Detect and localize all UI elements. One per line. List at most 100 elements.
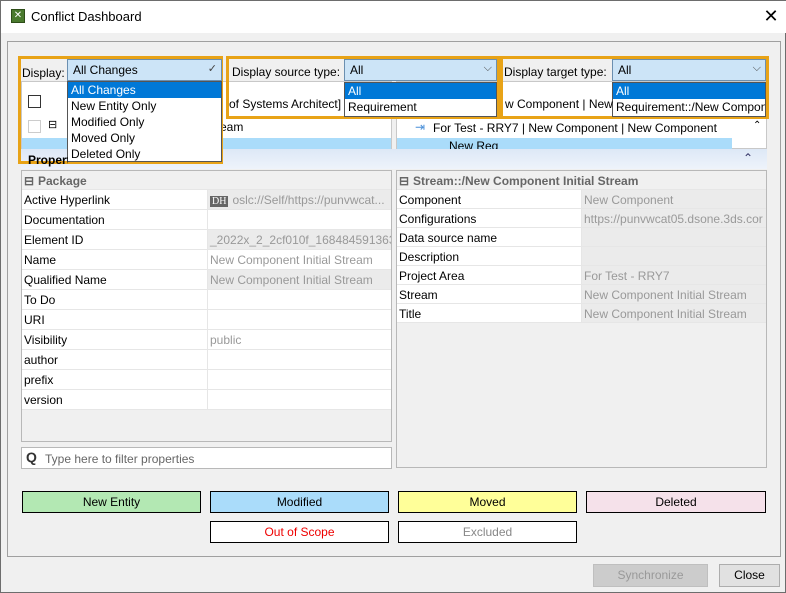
property-value-text: New Component Initial Stream [210, 273, 373, 287]
source-type-label: Display source type: [232, 65, 341, 79]
property-value-text: For Test - RRY7 [584, 269, 670, 283]
property-name: prefix [24, 373, 54, 387]
option-requirement[interactable]: Requirement [345, 99, 496, 115]
property-row[interactable]: version [22, 390, 391, 410]
source-type-value: All [350, 63, 364, 77]
option-all[interactable]: All [613, 83, 765, 99]
property-value[interactable]: New Component [581, 190, 766, 208]
app-icon: ✕ [11, 9, 25, 23]
property-name: Documentation [24, 213, 105, 227]
property-value[interactable]: For Test - RRY7 [581, 266, 766, 284]
group-title: Package [38, 174, 87, 188]
property-row[interactable]: Active Hyperlink DH oslc://Self/https://pu… [22, 190, 391, 210]
collapse-up-icon[interactable]: ⌃ [743, 151, 753, 165]
group-title: Stream::/New Component Initial Stream [413, 174, 639, 188]
option-moved-only[interactable]: Moved Only [68, 130, 221, 146]
property-value[interactable] [207, 290, 391, 309]
property-row[interactable]: Configurations https://punvwcat05.dsone.3… [397, 209, 766, 228]
property-row[interactable]: Name New Component Initial Stream [22, 250, 391, 270]
property-row[interactable]: Description [397, 247, 766, 266]
scroll-up-icon[interactable]: ⌃ [753, 120, 761, 131]
group-header[interactable]: ⊟ Stream::/New Component Initial Stream [397, 171, 766, 190]
legend-moved: Moved [398, 491, 577, 513]
property-row[interactable]: Title New Component Initial Stream [397, 304, 766, 323]
property-value[interactable] [207, 210, 391, 229]
property-row[interactable]: author [22, 350, 391, 370]
collapse-icon[interactable]: ⊟ [24, 174, 34, 188]
property-value[interactable] [207, 310, 391, 329]
property-value[interactable]: New Component Initial Stream [581, 304, 766, 322]
property-row[interactable]: Documentation [22, 210, 391, 230]
property-value-text: New Component Initial Stream [584, 288, 747, 302]
property-value[interactable] [581, 247, 766, 265]
property-row[interactable]: Stream New Component Initial Stream [397, 285, 766, 304]
property-value[interactable]: New Component Initial Stream [207, 250, 391, 269]
stream-icon: ⇥ [415, 120, 426, 134]
property-row[interactable]: To Do [22, 290, 391, 310]
legend-excluded: Excluded [398, 521, 577, 543]
option-deleted-only[interactable]: Deleted Only [68, 146, 221, 162]
option-all[interactable]: All [345, 83, 496, 99]
property-value[interactable]: https://punvwcat05.dsone.3ds.cor [581, 209, 766, 227]
source-type-combo[interactable]: All ⌵ [344, 59, 497, 81]
close-button[interactable]: Close [719, 564, 780, 587]
property-name: author [24, 353, 59, 367]
property-row[interactable]: Element ID _2022x_2_2cf010f_1684845913635… [22, 230, 391, 250]
group-header[interactable]: ⊟ Package [22, 171, 391, 190]
property-value[interactable]: _2022x_2_2cf010f_1684845913635_6 [207, 230, 391, 249]
property-row[interactable]: Qualified Name New Component Initial Stre… [22, 270, 391, 290]
dh-badge-icon: DH [210, 196, 229, 207]
property-value[interactable] [207, 390, 391, 409]
checkmark-icon: ✓ [207, 63, 217, 75]
target-type-value: All [618, 63, 632, 77]
legend-deleted: Deleted [586, 491, 766, 513]
close-window-button[interactable]: ✕ [761, 6, 781, 27]
property-name: Element ID [24, 233, 84, 247]
property-row[interactable]: prefix [22, 370, 391, 390]
property-row[interactable]: Visibility public [22, 330, 391, 350]
property-name: Active Hyperlink [24, 193, 111, 207]
property-name: Configurations [399, 212, 477, 226]
legend-new-entity: New Entity [22, 491, 201, 513]
source-type-options[interactable]: All Requirement [344, 82, 497, 117]
option-new-entity-only[interactable]: New Entity Only [68, 98, 221, 114]
tree-node[interactable]: eam [220, 120, 243, 134]
property-value-text: oslc://Self/https://punvwcat... [232, 193, 385, 207]
filter-properties-input[interactable]: Q Type here to filter properties [21, 447, 392, 469]
option-requirement-new-component[interactable]: Requirement::/New Compon [613, 99, 765, 115]
property-name: Title [399, 307, 422, 321]
property-value[interactable]: New Component Initial Stream [207, 270, 391, 289]
tree-header-text: w Component | New [505, 97, 613, 111]
package-properties-panel: ⊟ Package Active Hyperlink DH oslc://Self/h… [21, 170, 392, 442]
property-value[interactable]: public [207, 330, 391, 349]
property-value[interactable] [581, 228, 766, 246]
property-name: version [24, 393, 63, 407]
property-value-text: New Component Initial Stream [584, 307, 747, 321]
property-value-text: _2022x_2_2cf010f_1684845913635_6 [210, 233, 391, 247]
property-row[interactable]: Project Area For Test - RRY7 [397, 266, 766, 285]
chevron-down-icon: ⌵ [483, 62, 492, 74]
property-row[interactable]: URI [22, 310, 391, 330]
property-name: Name [24, 253, 57, 267]
collapse-icon[interactable]: ⊟ [399, 174, 409, 188]
synchronize-button[interactable]: Synchronize [593, 564, 708, 587]
tree-node[interactable]: For Test - RRY7 | New Component | New Co… [433, 121, 717, 135]
option-modified-only[interactable]: Modified Only [68, 114, 221, 130]
option-all-changes[interactable]: All Changes [68, 82, 221, 98]
search-icon: Q [26, 449, 37, 465]
display-combo[interactable]: All Changes ✓ [67, 59, 222, 81]
property-value[interactable] [207, 370, 391, 389]
property-value[interactable]: DH oslc://Self/https://punvwcat... [207, 190, 391, 209]
legend-out-of-scope: Out of Scope [210, 521, 389, 543]
display-value: All Changes [73, 63, 138, 77]
property-name: Data source name [399, 231, 498, 245]
legend-modified: Modified [210, 491, 389, 513]
title-bar: ✕ Conflict Dashboard ✕ [1, 1, 786, 33]
target-type-combo[interactable]: All ⌵ [612, 59, 766, 81]
property-value[interactable] [207, 350, 391, 369]
target-type-options[interactable]: All Requirement::/New Compon [612, 82, 766, 117]
property-value[interactable]: New Component Initial Stream [581, 285, 766, 303]
display-options-list[interactable]: All Changes New Entity Only Modified Onl… [67, 81, 222, 162]
property-row[interactable]: Data source name [397, 228, 766, 247]
property-row[interactable]: Component New Component [397, 190, 766, 209]
